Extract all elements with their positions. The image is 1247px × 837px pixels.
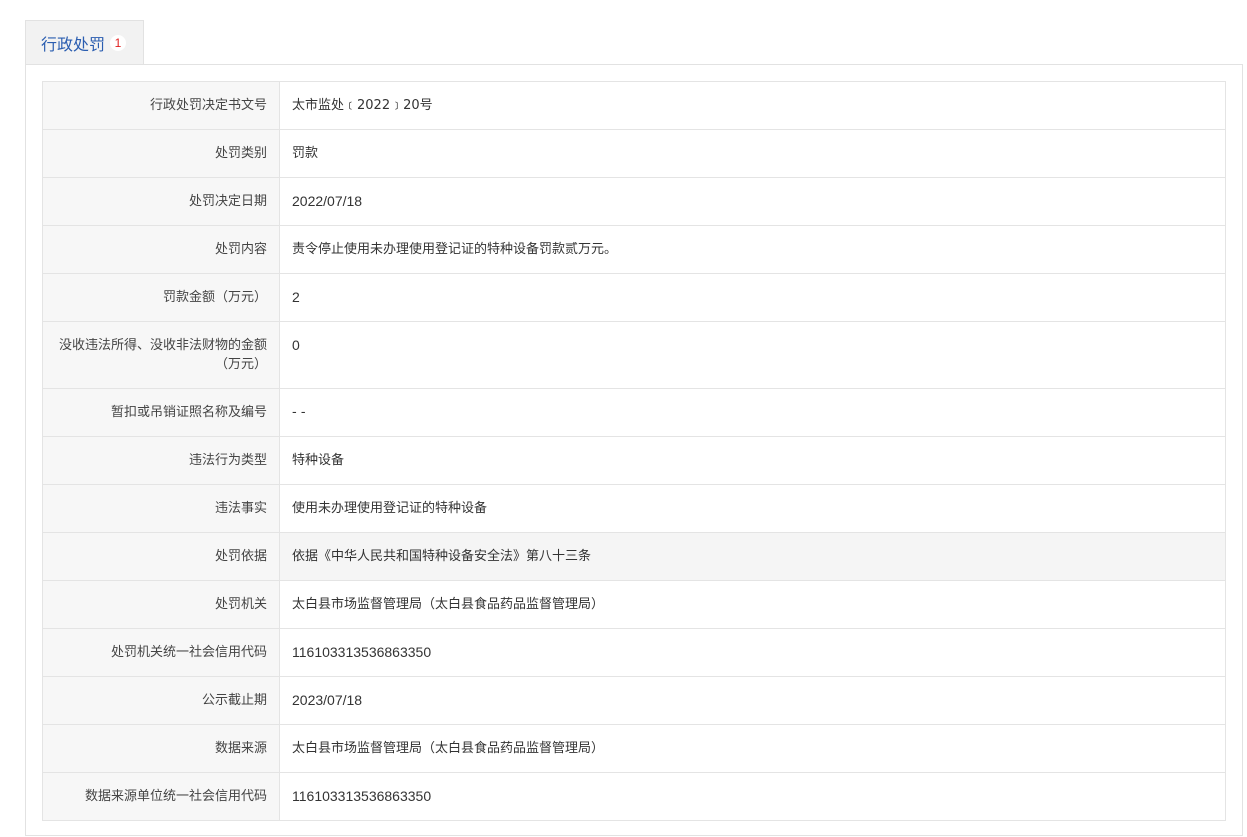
table-row: 违法事实 使用未办理使用登记证的特种设备 (42, 484, 1226, 533)
row-label: 处罚内容 (42, 225, 280, 274)
table-row: 处罚依据 依据《中华人民共和国特种设备安全法》第八十三条 (42, 532, 1226, 581)
row-label: 处罚机关 (42, 580, 280, 629)
row-value: 责令停止使用未办理使用登记证的特种设备罚款贰万元。 (279, 225, 1226, 274)
row-value: 2022/07/18 (279, 177, 1226, 226)
row-label: 暂扣或吊销证照名称及编号 (42, 388, 280, 437)
table-row: 违法行为类型 特种设备 (42, 436, 1226, 485)
table-row: 罚款金额（万元） 2 (42, 273, 1226, 322)
table-row: 处罚内容 责令停止使用未办理使用登记证的特种设备罚款贰万元。 (42, 225, 1226, 274)
page: 行政处罚 1 行政处罚决定书文号 太市监处﹝2022﹞20号 处罚类别 罚款 处… (0, 0, 1247, 837)
row-value: 依据《中华人民共和国特种设备安全法》第八十三条 (279, 532, 1226, 581)
row-label: 处罚决定日期 (42, 177, 280, 226)
penalty-detail-panel: 行政处罚决定书文号 太市监处﹝2022﹞20号 处罚类别 罚款 处罚决定日期 2… (25, 64, 1243, 836)
row-value: 太白县市场监督管理局（太白县食品药品监督管理局） (279, 724, 1226, 773)
row-label: 行政处罚决定书文号 (42, 81, 280, 130)
row-value: 116103313536863350 (279, 628, 1226, 677)
row-value: 使用未办理使用登记证的特种设备 (279, 484, 1226, 533)
table-row: 公示截止期 2023/07/18 (42, 676, 1226, 725)
row-value: 2 (279, 273, 1226, 322)
row-label: 罚款金额（万元） (42, 273, 280, 322)
row-value: 太市监处﹝2022﹞20号 (279, 81, 1226, 130)
row-value: 2023/07/18 (279, 676, 1226, 725)
tab-label: 行政处罚 (41, 35, 106, 54)
row-label: 违法事实 (42, 484, 280, 533)
table-row: 处罚机关 太白县市场监督管理局（太白县食品药品监督管理局） (42, 580, 1226, 629)
table-row: 处罚决定日期 2022/07/18 (42, 177, 1226, 226)
row-value: 罚款 (279, 129, 1226, 178)
row-value: - - (279, 388, 1226, 437)
row-label: 处罚机关统一社会信用代码 (42, 628, 280, 677)
row-label: 处罚类别 (42, 129, 280, 178)
penalty-detail-table: 行政处罚决定书文号 太市监处﹝2022﹞20号 处罚类别 罚款 处罚决定日期 2… (42, 81, 1226, 821)
row-value: 特种设备 (279, 436, 1226, 485)
tab-administrative-penalty[interactable]: 行政处罚 1 (25, 20, 144, 65)
table-row: 数据来源单位统一社会信用代码 116103313536863350 (42, 772, 1226, 821)
row-label: 数据来源单位统一社会信用代码 (42, 772, 280, 821)
row-label: 数据来源 (42, 724, 280, 773)
tab-count-badge: 1 (110, 35, 127, 51)
table-row: 数据来源 太白县市场监督管理局（太白县食品药品监督管理局） (42, 724, 1226, 773)
table-row: 暂扣或吊销证照名称及编号 - - (42, 388, 1226, 437)
row-value: 太白县市场监督管理局（太白县食品药品监督管理局） (279, 580, 1226, 629)
table-row: 处罚机关统一社会信用代码 116103313536863350 (42, 628, 1226, 677)
row-label: 处罚依据 (42, 532, 280, 581)
table-row: 没收违法所得、没收非法财物的金额（万元） 0 (42, 321, 1226, 389)
row-label: 违法行为类型 (42, 436, 280, 485)
row-value: 0 (279, 321, 1226, 389)
row-label: 公示截止期 (42, 676, 280, 725)
row-value: 116103313536863350 (279, 772, 1226, 821)
table-row: 行政处罚决定书文号 太市监处﹝2022﹞20号 (42, 81, 1226, 130)
table-row: 处罚类别 罚款 (42, 129, 1226, 178)
row-label: 没收违法所得、没收非法财物的金额（万元） (42, 321, 280, 389)
